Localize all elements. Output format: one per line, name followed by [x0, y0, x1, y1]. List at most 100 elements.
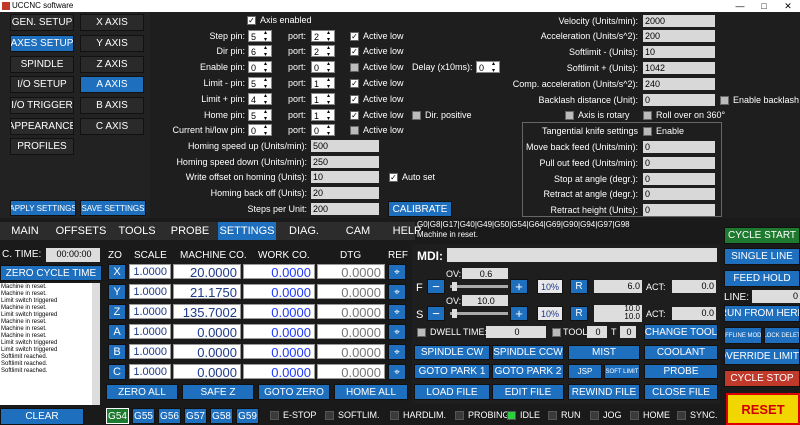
work-offset-g56-button[interactable]: G56: [158, 408, 181, 424]
axis-zero-button[interactable]: B: [108, 344, 126, 360]
limit-plus-pin-spinner[interactable]: 4: [248, 93, 272, 107]
tab-tools[interactable]: TOOLS: [112, 222, 162, 240]
scale-field[interactable]: 1.0000: [129, 324, 171, 339]
home-axis-icon[interactable]: ⌖: [388, 284, 406, 300]
home-axis-icon[interactable]: ⌖: [388, 304, 406, 320]
b-axis-button[interactable]: B AXIS: [80, 97, 144, 114]
enable-active-low-checkbox[interactable]: [350, 63, 359, 72]
softlimit-minus-field[interactable]: 10: [643, 46, 715, 58]
home-axis-icon[interactable]: ⌖: [388, 264, 406, 280]
save-settings-button[interactable]: SAVE SETTINGS: [80, 200, 146, 216]
home-axis-icon[interactable]: ⌖: [388, 324, 406, 340]
axis-zero-button[interactable]: Z: [108, 304, 126, 320]
limit-plus-port-spinner[interactable]: 1: [311, 93, 335, 107]
spindle-minus-button[interactable]: −: [427, 306, 445, 321]
retract-height-field[interactable]: 0: [643, 204, 715, 216]
spindle-slider-track[interactable]: [450, 312, 508, 315]
x-axis-button[interactable]: X AXIS: [80, 14, 144, 31]
feed-plus-button[interactable]: +: [510, 279, 528, 294]
pull-out-feed-field[interactable]: 0: [643, 157, 715, 169]
home-axis-icon[interactable]: ⌖: [388, 344, 406, 360]
spindle-cw-button[interactable]: SPINDLE CW: [414, 345, 490, 360]
probe-button[interactable]: PROBE: [644, 364, 718, 379]
dwell-time-field[interactable]: 0: [486, 326, 546, 338]
enable-pin-spinner[interactable]: 0: [248, 61, 272, 75]
steps-per-unit-field[interactable]: 200: [311, 203, 379, 215]
block-delete-button[interactable]: BLOCK DELETE: [764, 327, 800, 344]
hilow-active-low-checkbox[interactable]: [350, 126, 359, 135]
z-axis-button[interactable]: Z AXIS: [80, 56, 144, 73]
limit-minus-active-low-checkbox[interactable]: ✓: [350, 79, 359, 88]
zero-cycle-time-button[interactable]: ZERO CYCLE TIME: [0, 265, 102, 281]
hilow-pin-spinner[interactable]: 0: [248, 124, 272, 138]
work-offset-g59-button[interactable]: G59: [236, 408, 259, 424]
move-back-feed-field[interactable]: 0: [643, 141, 715, 153]
acceleration-field[interactable]: 200: [643, 30, 715, 42]
safe-z-button[interactable]: SAFE Z: [182, 384, 254, 400]
tool-number-field[interactable]: 0: [587, 326, 607, 338]
dir-positive-checkbox[interactable]: [412, 111, 421, 120]
axis-rotary-checkbox[interactable]: [565, 111, 574, 120]
c-axis-button[interactable]: C AXIS: [80, 118, 144, 135]
run-from-here-button[interactable]: RUN FROM HERE: [724, 305, 800, 322]
feed-reset-button[interactable]: R: [570, 279, 588, 294]
spindle-ccw-button[interactable]: SPINDLE CCW: [492, 345, 564, 360]
coolant-button[interactable]: COOLANT: [644, 345, 718, 360]
scale-field[interactable]: 1.0000: [129, 304, 171, 319]
homing-speed-up-field[interactable]: 500: [311, 140, 379, 152]
tab-probe[interactable]: PROBE: [164, 222, 216, 240]
homing-back-off-field[interactable]: 20: [311, 187, 379, 199]
dir-pin-spinner[interactable]: 6: [248, 45, 272, 59]
maximize-button[interactable]: □: [756, 0, 772, 12]
velocity-field[interactable]: 2000: [643, 15, 715, 27]
hilow-port-spinner[interactable]: 0: [311, 124, 335, 138]
enable-port-spinner[interactable]: 0: [311, 61, 335, 75]
spindle-10pct-button[interactable]: 10%: [537, 306, 563, 321]
scale-field[interactable]: 1.0000: [129, 344, 171, 359]
work-coordinate[interactable]: 0.0000: [243, 364, 315, 380]
axis-zero-button[interactable]: X: [108, 264, 126, 280]
work-coordinate[interactable]: 0.0000: [243, 324, 315, 340]
axes-setup-button[interactable]: AXES SETUP: [10, 35, 74, 52]
homing-speed-down-field[interactable]: 250: [311, 156, 379, 168]
axis-zero-button[interactable]: C: [108, 364, 126, 380]
goto-zero-button[interactable]: GOTO ZERO: [258, 384, 330, 400]
dir-port-spinner[interactable]: 2: [311, 45, 335, 59]
limit-plus-active-low-checkbox[interactable]: ✓: [350, 95, 359, 104]
feed-hold-button[interactable]: FEED HOLD: [724, 270, 800, 287]
cycle-start-button[interactable]: CYCLE START: [724, 227, 800, 244]
io-trigger-button[interactable]: I/O TRIGGER: [10, 97, 74, 114]
spindle-reset-button[interactable]: R: [570, 306, 588, 321]
write-offset-field[interactable]: 10: [311, 171, 379, 183]
offline-mode-button[interactable]: OFFLINE MODE: [724, 327, 762, 344]
single-line-button[interactable]: SINGLE LINE: [724, 248, 800, 265]
mdi-input[interactable]: [447, 248, 717, 262]
limit-minus-port-spinner[interactable]: 1: [311, 77, 335, 91]
calibrate-button[interactable]: CALIBRATE: [388, 201, 452, 217]
scale-field[interactable]: 1.0000: [129, 364, 171, 379]
cycle-stop-button[interactable]: CYCLE STOP: [724, 370, 800, 387]
work-coordinate[interactable]: 0.0000: [243, 264, 315, 280]
scale-field[interactable]: 1.0000: [129, 264, 171, 279]
goto-park1-button[interactable]: GOTO PARK 1: [414, 364, 490, 379]
enable-backlash-checkbox[interactable]: [720, 96, 729, 105]
comp-acceleration-field[interactable]: 240: [643, 78, 715, 90]
work-coordinate[interactable]: 0.0000: [243, 344, 315, 360]
axis-enabled-checkbox[interactable]: ✓: [247, 16, 256, 25]
spindle-slider-handle[interactable]: [452, 309, 457, 318]
tangential-enable-checkbox[interactable]: [643, 127, 652, 136]
home-pin-spinner[interactable]: 5: [248, 109, 272, 123]
feed-slider-handle[interactable]: [452, 282, 457, 291]
work-coordinate[interactable]: 0.0000: [243, 284, 315, 300]
tab-main[interactable]: MAIN: [0, 222, 50, 240]
backlash-field[interactable]: 0: [643, 94, 715, 106]
clear-log-button[interactable]: CLEAR: [0, 408, 84, 425]
step-pin-spinner[interactable]: 5: [248, 30, 272, 44]
feed-minus-button[interactable]: −: [427, 279, 445, 294]
work-offset-g55-button[interactable]: G55: [132, 408, 155, 424]
home-axis-icon[interactable]: ⌖: [388, 364, 406, 380]
goto-park2-button[interactable]: GOTO PARK 2: [492, 364, 564, 379]
rewind-file-button[interactable]: REWIND FILE: [568, 384, 640, 400]
work-offset-g57-button[interactable]: G57: [184, 408, 207, 424]
edit-file-button[interactable]: EDIT FILE: [492, 384, 564, 400]
